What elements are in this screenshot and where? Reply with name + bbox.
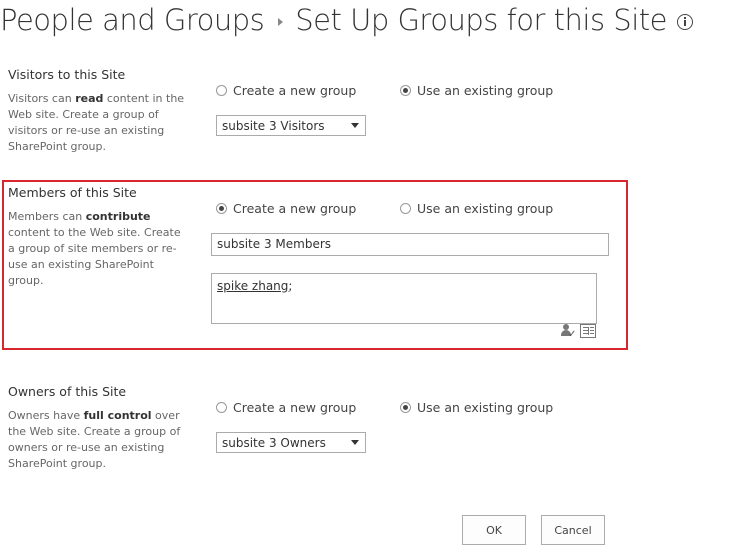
owners-section-title: Owners of this Site (8, 384, 127, 399)
radio-button-checked-icon[interactable] (216, 203, 227, 214)
radio-button-checked-icon[interactable] (400, 402, 411, 413)
visitors-group-select[interactable]: subsite 3 Visitors (216, 115, 366, 136)
people-entity[interactable]: spike zhang (217, 279, 288, 293)
owners-group-select[interactable]: subsite 3 Owners (216, 432, 366, 453)
radio-button-icon[interactable] (216, 85, 227, 96)
owners-use-existing-radio[interactable]: Use an existing group (400, 400, 553, 415)
page-title: Set Up Groups for this Site (295, 3, 667, 37)
members-use-existing-radio[interactable]: Use an existing group (400, 201, 553, 216)
radio-button-checked-icon[interactable] (400, 85, 411, 96)
people-picker-tools: ✓ (560, 324, 596, 340)
members-section-description: Members can contribute content to the We… (8, 210, 181, 287)
members-people-picker[interactable]: spike zhang; (211, 273, 597, 324)
info-icon[interactable] (676, 14, 693, 30)
members-group-name-input[interactable]: subsite 3 Members (211, 233, 609, 256)
cancel-button[interactable]: Cancel (541, 515, 605, 545)
visitors-section-description: Visitors can read content in the Web sit… (8, 92, 185, 153)
chevron-down-icon (351, 123, 359, 128)
check-names-icon[interactable]: ✓ (560, 324, 576, 340)
breadcrumb-separator-icon (278, 18, 284, 26)
members-section-title: Members of this Site (8, 185, 137, 200)
members-create-new-radio[interactable]: Create a new group (216, 201, 356, 216)
visitors-create-new-radio[interactable]: Create a new group (216, 83, 356, 98)
breadcrumb-people-and-groups[interactable]: People and Groups (0, 3, 265, 37)
visitors-use-existing-radio[interactable]: Use an existing group (400, 83, 553, 98)
ok-button[interactable]: OK (462, 515, 526, 545)
radio-button-icon[interactable] (216, 402, 227, 413)
chevron-down-icon (351, 440, 359, 445)
visitors-section-title: Visitors to this Site (8, 67, 126, 82)
owners-section-description: Owners have full control over the Web si… (8, 409, 181, 470)
radio-button-icon[interactable] (400, 203, 411, 214)
page-title-bar: People and Groups Set Up Groups for this… (0, 0, 693, 40)
address-book-icon[interactable] (580, 324, 596, 338)
owners-create-new-radio[interactable]: Create a new group (216, 400, 356, 415)
